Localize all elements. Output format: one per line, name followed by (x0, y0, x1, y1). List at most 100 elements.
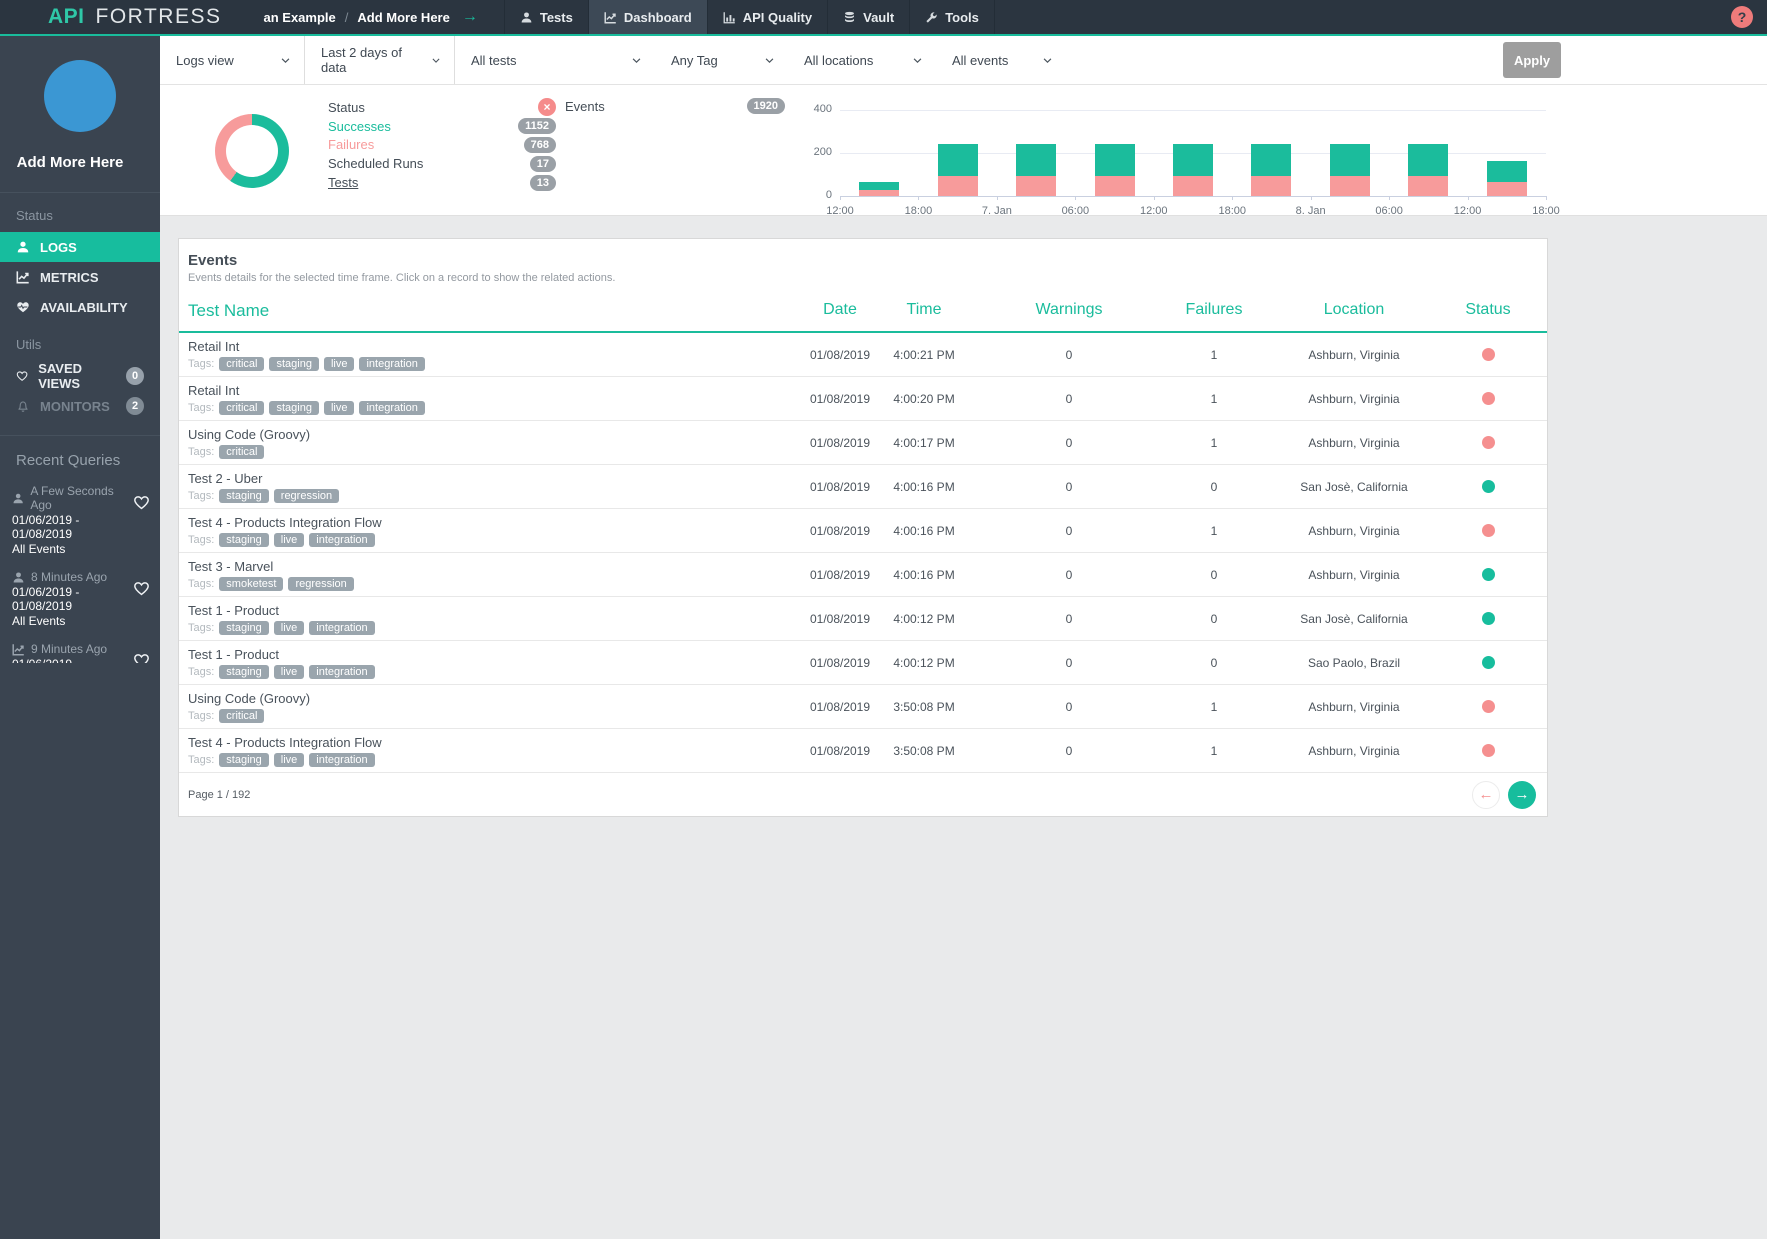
recent-query[interactable]: 8 Minutes Ago01/06/2019 - 01/08/2019All … (0, 563, 160, 635)
query-age-label: A Few Seconds Ago (30, 484, 132, 512)
sidebar-item-monitors[interactable]: MONITORS2 (0, 391, 160, 421)
tab-tools[interactable]: Tools (910, 0, 995, 34)
filter-dropdown-any-tag[interactable]: Any Tag (655, 36, 788, 84)
favorite-heart-icon[interactable] (133, 652, 150, 663)
tag-list: Tags:stagingliveintegration (188, 665, 801, 679)
sidebar-item-availability[interactable]: AVAILABILITY (0, 292, 160, 322)
favorite-heart-icon[interactable] (133, 580, 150, 597)
project-switcher[interactable]: Add More Here (17, 154, 144, 171)
test-name-cell: Using Code (Groovy)Tags:critical (179, 427, 801, 459)
filter-dropdown-logs-view[interactable]: Logs view (160, 36, 305, 84)
breadcrumb-page[interactable]: Add More Here (357, 10, 449, 25)
gear-icon[interactable] (1700, 7, 1720, 27)
bar-18:00-1[interactable] (938, 144, 978, 196)
location-cell: San Josè, California (1259, 612, 1449, 626)
filter-dropdown-last-2-days-of-data[interactable]: Last 2 days of data (305, 36, 455, 84)
filter-value: All events (952, 53, 1008, 68)
table-row-test-2-uber[interactable]: Test 2 - UberTags:stagingregression01/08… (179, 465, 1547, 509)
table-row-using-code-groovy[interactable]: Using Code (Groovy)Tags:critical01/08/20… (179, 421, 1547, 465)
bar-7. Jan-2[interactable] (1016, 144, 1056, 196)
table-row-test-3-marvel[interactable]: Test 3 - MarvelTags:smoketestregression0… (179, 553, 1547, 597)
bar-success-segment (1251, 144, 1291, 176)
bar-06:00-7[interactable] (1408, 144, 1448, 196)
previous-page-button[interactable]: ← (1472, 781, 1500, 809)
status-donut-chart (215, 114, 289, 188)
status-cell (1449, 480, 1527, 493)
warnings-cell: 0 (969, 656, 1169, 670)
x-axis-tick (1468, 196, 1469, 200)
table-row-test-4-products-integration-flow[interactable]: Test 4 - Products Integration FlowTags:s… (179, 729, 1547, 773)
help-icon[interactable]: ? (1731, 6, 1753, 28)
bar-success-segment (1173, 144, 1213, 176)
brand-logo: APIFORTRESS (0, 0, 221, 34)
stat-badge: 17 (530, 156, 556, 172)
test-name: Test 3 - Marvel (188, 559, 801, 574)
next-page-button[interactable]: → (1508, 781, 1536, 809)
test-name: Using Code (Groovy) (188, 691, 801, 706)
time-cell: 3:50:08 PM (879, 744, 969, 758)
test-name-cell: Test 1 - ProductTags:stagingliveintegrat… (179, 647, 801, 679)
tag-staging: staging (219, 489, 268, 503)
sidebar-item-badge: 0 (126, 367, 144, 385)
filter-value: Logs view (176, 53, 234, 68)
stat-row-failures: Failures768 (328, 136, 556, 155)
query-age-label: 9 Minutes Ago (31, 642, 107, 656)
filter-dropdown-all-tests[interactable]: All tests (455, 36, 655, 84)
status-cell (1449, 348, 1527, 361)
table-row-retail-int[interactable]: Retail IntTags:criticalstagingliveintegr… (179, 377, 1547, 421)
wrench-icon (925, 11, 938, 24)
date-cell: 01/08/2019 (801, 744, 879, 758)
bar-12:00-8[interactable] (1487, 161, 1527, 196)
table-row-test-1-product[interactable]: Test 1 - ProductTags:stagingliveintegrat… (179, 641, 1547, 685)
bar-12:00-0[interactable] (859, 182, 899, 196)
events-total-badge: 1920 (747, 98, 785, 114)
time-cell: 4:00:20 PM (879, 392, 969, 406)
table-row-test-1-product[interactable]: Test 1 - ProductTags:stagingliveintegrat… (179, 597, 1547, 641)
table-row-using-code-groovy[interactable]: Using Code (Groovy)Tags:critical01/08/20… (179, 685, 1547, 729)
breadcrumb-arrow-icon[interactable]: → (462, 8, 478, 26)
stat-row-successes: Successes1152 (328, 117, 556, 136)
sidebar-item-metrics[interactable]: METRICS (0, 262, 160, 292)
apply-button[interactable]: Apply (1503, 42, 1561, 78)
failures-cell: 0 (1169, 612, 1259, 626)
breadcrumb-project[interactable]: an Example (263, 10, 335, 25)
time-cell: 4:00:12 PM (879, 656, 969, 670)
filter-dropdown-all-locations[interactable]: All locations (788, 36, 936, 84)
recent-query[interactable]: 9 Minutes Ago01/06/2019 - 01/08/2019All … (0, 635, 160, 663)
status-dot-fail (1482, 348, 1495, 361)
recent-query[interactable]: A Few Seconds Ago01/06/2019 - 01/08/2019… (0, 477, 160, 563)
tab-tests[interactable]: Tests (505, 0, 589, 34)
y-axis-label: 400 (792, 103, 832, 115)
tags-label: Tags: (188, 666, 214, 678)
sidebar-project-block: Add More Here (0, 36, 160, 193)
table-row-test-4-products-integration-flow[interactable]: Test 4 - Products Integration FlowTags:s… (179, 509, 1547, 553)
stat-label[interactable]: Tests (328, 175, 358, 190)
warnings-cell: 0 (969, 348, 1169, 362)
column-header-test-name[interactable]: Test Name (179, 301, 801, 321)
column-header-location[interactable]: Location (1259, 301, 1449, 321)
bar-12:00-4[interactable] (1173, 144, 1213, 196)
column-header-warnings[interactable]: Warnings (969, 301, 1169, 321)
bar-18:00-5[interactable] (1251, 144, 1291, 196)
tab-api-quality[interactable]: API Quality (708, 0, 828, 34)
tab-dashboard[interactable]: Dashboard (589, 0, 708, 34)
tag-live: live (274, 621, 305, 635)
events-total-stat: Events 1920 (565, 98, 785, 114)
favorite-heart-icon[interactable] (133, 494, 150, 511)
column-header-date[interactable]: Date (801, 301, 879, 321)
events-panel: Events Events details for the selected t… (178, 238, 1548, 817)
filter-dropdown-all-events[interactable]: All events (936, 36, 1066, 84)
bar-8. Jan-6[interactable] (1330, 144, 1370, 196)
test-name: Test 2 - Uber (188, 471, 801, 486)
sidebar-item-logs[interactable]: LOGS (0, 232, 160, 262)
filter-value: Last 2 days of data (321, 45, 421, 75)
column-header-time[interactable]: Time (879, 301, 969, 321)
time-cell: 4:00:16 PM (879, 524, 969, 538)
table-row-retail-int[interactable]: Retail IntTags:criticalstagingliveintegr… (179, 333, 1547, 377)
user-account-icon[interactable] (1669, 7, 1689, 27)
tab-vault[interactable]: Vault (828, 0, 910, 34)
column-header-failures[interactable]: Failures (1169, 301, 1259, 321)
bar-06:00-3[interactable] (1095, 144, 1135, 196)
sidebar-item-saved-views[interactable]: SAVED VIEWS0 (0, 361, 160, 391)
column-header-status[interactable]: Status (1449, 301, 1527, 321)
